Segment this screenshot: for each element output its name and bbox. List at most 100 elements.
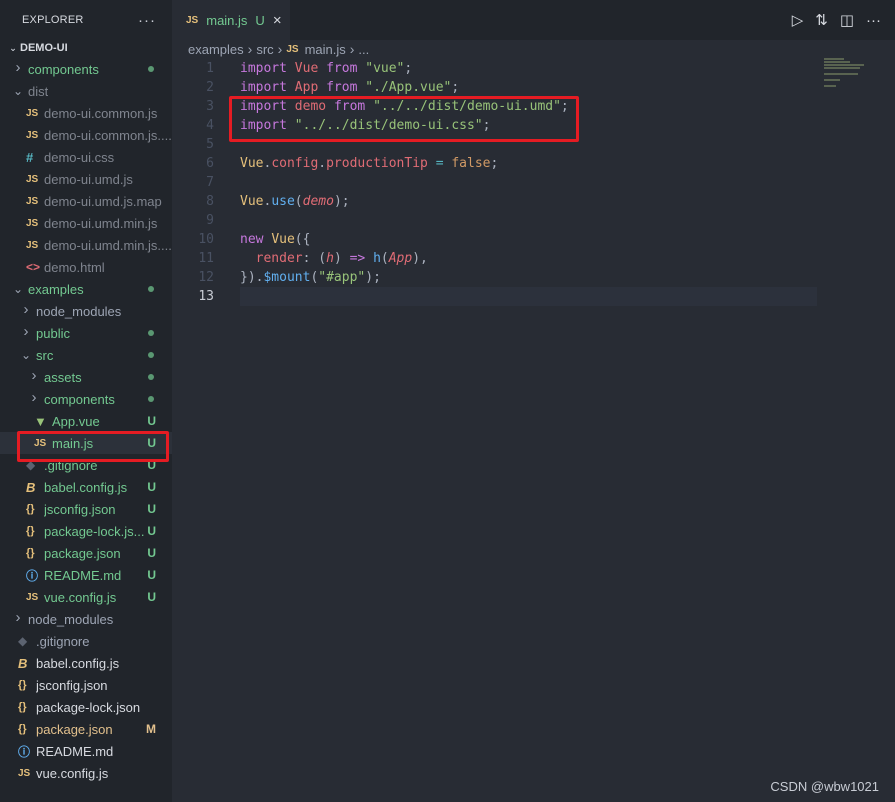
vue-file-icon: ▼ <box>34 413 47 429</box>
minimap[interactable] <box>824 58 870 88</box>
babel-file-icon: B <box>26 479 36 495</box>
folder-row[interactable]: components <box>0 388 172 410</box>
js-file-icon: JS <box>186 14 199 26</box>
file-row[interactable]: JS demo-ui.common.js <box>0 102 172 124</box>
folder-row[interactable]: dist <box>0 80 172 102</box>
token-function: use <box>271 194 295 209</box>
file-row[interactable]: {} package.json M <box>0 718 172 740</box>
folder-row[interactable]: public <box>0 322 172 344</box>
token-class: Vue <box>271 232 295 247</box>
code-line-7: 7 <box>172 173 895 192</box>
breadcrumb-src[interactable]: src <box>256 42 273 57</box>
token-keyword: from <box>326 61 358 76</box>
chevron-down-icon <box>12 282 24 296</box>
tree-item-label: demo-ui.umd.min.js.... <box>44 237 172 253</box>
chevron-right-icon <box>20 327 32 339</box>
file-row[interactable]: {} jsconfig.json U <box>0 498 172 520</box>
tree-item-label: dist <box>28 83 49 99</box>
folder-row[interactable]: components <box>0 58 172 80</box>
file-row[interactable]: ⓘ README.md <box>0 740 172 762</box>
tree-item-label: demo.html <box>44 259 105 275</box>
file-row[interactable]: ▼ App.vue U <box>0 410 172 432</box>
line-number: 13 <box>198 289 214 304</box>
line-number: 2 <box>206 80 214 95</box>
folder-row[interactable]: node_modules <box>0 608 172 630</box>
compare-changes-icon[interactable]: ⇅ <box>815 11 828 29</box>
code-line-9: 9 <box>172 211 895 230</box>
token-keyword: from <box>326 80 358 95</box>
token-keyword: import <box>240 80 287 95</box>
token-arrow: => <box>349 251 366 266</box>
split-editor-icon[interactable]: ◫ <box>840 11 854 29</box>
tree-item-label: jsconfig.json <box>44 501 116 517</box>
folder-row[interactable]: assets <box>0 366 172 388</box>
more-actions-icon[interactable]: ··· <box>138 12 156 29</box>
code-line-6: 6 Vue.config.productionTip = false; <box>172 154 895 173</box>
breadcrumb-examples[interactable]: examples <box>188 42 244 57</box>
tree-item-label: vue.config.js <box>44 589 117 605</box>
line-number: 11 <box>198 251 214 266</box>
untracked-badge: U <box>147 414 156 428</box>
tree-item-label: babel.config.js <box>44 479 128 495</box>
watermark: CSDN @wbw1021 <box>770 779 879 794</box>
token-property: render <box>255 251 303 266</box>
file-row[interactable]: JS vue.config.js <box>0 762 172 784</box>
code-line-1: 1 import Vue from "vue"; <box>172 59 895 78</box>
tree-item-label: components <box>28 61 99 77</box>
token-operator: = <box>435 156 444 171</box>
file-row[interactable]: JS demo-ui.umd.js <box>0 168 172 190</box>
line-number: 8 <box>206 194 214 209</box>
changes-dot <box>148 374 154 380</box>
token-class: Vue <box>240 194 264 209</box>
folder-row[interactable]: examples <box>0 278 172 300</box>
untracked-badge: U <box>147 502 156 516</box>
code-line-10: 10 new Vue({ <box>172 230 895 249</box>
untracked-badge: U <box>255 12 265 28</box>
file-row[interactable]: JS demo-ui.umd.js.map <box>0 190 172 212</box>
highlight-box-main-js <box>17 431 169 462</box>
changes-dot <box>148 286 154 292</box>
run-icon[interactable]: ▷ <box>792 11 804 29</box>
chevron-right-icon <box>20 305 32 317</box>
token-string: "vue" <box>365 61 405 76</box>
file-row[interactable]: JS demo-ui.common.js.... <box>0 124 172 146</box>
breadcrumb-symbol[interactable]: ... <box>358 42 369 57</box>
file-row[interactable]: # demo-ui.css <box>0 146 172 168</box>
tab-main-js[interactable]: JS main.js U × <box>172 0 290 40</box>
code-line-12: 12 }).$mount("#app"); <box>172 268 895 287</box>
file-row[interactable]: {} package.json U <box>0 542 172 564</box>
line-number: 3 <box>206 99 214 114</box>
untracked-badge: U <box>147 524 156 538</box>
tree-item-label: components <box>44 391 115 407</box>
file-row[interactable]: {} package-lock.json <box>0 696 172 718</box>
file-row[interactable]: {} jsconfig.json <box>0 674 172 696</box>
file-row[interactable]: ⓘ README.md U <box>0 564 172 586</box>
file-row[interactable]: Bbabel.config.js U <box>0 476 172 498</box>
line-number: 9 <box>206 213 214 228</box>
file-row[interactable]: {} package-lock.js... U <box>0 520 172 542</box>
line-number: 6 <box>206 156 214 171</box>
tree-item-label: App.vue <box>52 413 100 429</box>
file-row[interactable]: JS demo-ui.umd.min.js.... <box>0 234 172 256</box>
breadcrumb-file[interactable]: main.js <box>305 42 346 57</box>
file-row[interactable]: Bbabel.config.js <box>0 652 172 674</box>
explorer-sidebar: EXPLORER ··· ⌄ DEMO-UI components dist JS d… <box>0 0 172 802</box>
folder-row[interactable]: node_modules <box>0 300 172 322</box>
file-row[interactable]: ◆ .gitignore <box>0 630 172 652</box>
folder-row[interactable]: src <box>0 344 172 366</box>
chevron-right-icon: › <box>247 41 253 57</box>
untracked-badge: U <box>147 546 156 560</box>
changes-dot <box>148 66 154 72</box>
more-icon[interactable]: ··· <box>866 12 881 29</box>
workspace-root[interactable]: ⌄ DEMO-UI <box>0 38 172 58</box>
json-file-icon: {} <box>26 547 35 559</box>
changes-dot <box>148 352 154 358</box>
info-icon: ⓘ <box>26 568 39 583</box>
tab-bar: JS main.js U × ▷ ⇅ ◫ ··· <box>172 0 895 40</box>
file-row[interactable]: <> demo.html <box>0 256 172 278</box>
file-row[interactable]: JS vue.config.js U <box>0 586 172 608</box>
tree-item-label: node_modules <box>28 611 114 627</box>
file-row[interactable]: JS demo-ui.umd.min.js <box>0 212 172 234</box>
close-icon[interactable]: × <box>273 12 282 29</box>
token-punct: ({ <box>294 232 311 247</box>
